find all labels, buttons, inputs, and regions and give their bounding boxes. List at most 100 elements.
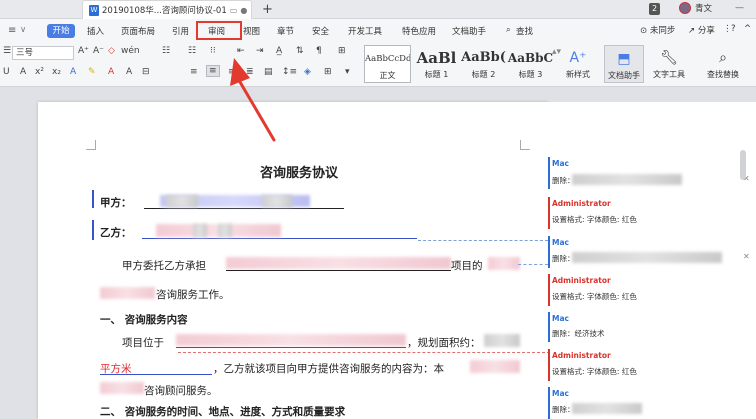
align-left-icon[interactable]: ≡: [190, 67, 198, 77]
file-menu-chevron-icon[interactable]: ∨: [20, 25, 26, 35]
style-heading-2[interactable]: AaBb( 标题 2: [460, 45, 507, 83]
paragraph-text: 甲方委托乙方承担: [122, 260, 206, 272]
increase-indent-icon[interactable]: ⇥: [256, 46, 264, 56]
show-marks-icon[interactable]: ¶: [316, 46, 322, 56]
document-page[interactable]: 咨询服务协议 甲方： 乙方： 甲方委托乙方承担 项目的 咨询服务工作。 一、 咨…: [38, 102, 550, 419]
comment-connector: [178, 352, 550, 353]
subscript-icon[interactable]: x₂: [52, 67, 61, 77]
comment-marker: [548, 387, 550, 419]
borders-icon[interactable]: ⊞: [324, 67, 332, 77]
style-label: 标题 3: [518, 70, 543, 79]
party-b-underline: [142, 238, 417, 239]
text-effect-icon[interactable]: A: [70, 67, 76, 77]
tab-chapter[interactable]: 章节: [277, 25, 294, 37]
char-border-icon[interactable]: ⊟: [142, 67, 150, 77]
redacted-text: [193, 224, 207, 237]
comment-connector: [518, 264, 548, 265]
font-size-select[interactable]: 三号: [12, 46, 74, 60]
align-right-icon[interactable]: ≡: [228, 67, 236, 77]
paragraph-text: ，规划面积约：: [407, 337, 481, 349]
text-tools-button[interactable]: 🔧︎ 文字工具: [648, 45, 690, 83]
page-corner-mark: [86, 140, 96, 150]
tab-start[interactable]: 开始: [47, 24, 75, 38]
redacted-text: [100, 287, 155, 299]
new-style-icon: A⁺: [569, 50, 587, 66]
tab-references[interactable]: 引用: [172, 25, 189, 37]
tab-doc-assistant[interactable]: 文档助手: [452, 25, 486, 37]
underline-icon[interactable]: U: [3, 67, 10, 77]
style-label: 标题 2: [471, 70, 496, 79]
party-a-label: 甲方：: [100, 197, 132, 209]
phonetic-icon[interactable]: wén: [121, 46, 140, 56]
tab-insert[interactable]: 插入: [87, 25, 104, 37]
chinese-layout-icon[interactable]: A̲: [276, 46, 282, 56]
sync-status[interactable]: ⊙ 未同步: [640, 24, 675, 36]
tab-monitor-icon[interactable]: ▭: [230, 6, 238, 15]
window-count-badge[interactable]: 2: [649, 3, 660, 15]
numbered-list-icon[interactable]: ☷: [188, 46, 196, 56]
minimize-button[interactable]: —: [735, 3, 744, 13]
distributed-icon[interactable]: ▤: [264, 67, 273, 77]
sort-icon[interactable]: ⇅: [296, 46, 304, 56]
title-bar: W 20190108华...咨询顾问协议-01 ▭ ● + 2 青文 —: [0, 0, 756, 19]
border-icon[interactable]: ⊞: [338, 46, 346, 56]
line-spacing-icon[interactable]: ↕≡: [282, 67, 297, 77]
search-icon[interactable]: ⌕: [506, 25, 511, 35]
doc-assistant-button[interactable]: ⬒ 文档助手: [604, 45, 644, 83]
strikethrough-icon[interactable]: A: [20, 67, 26, 77]
tab-close-icon[interactable]: ●: [240, 6, 247, 15]
justify-icon[interactable]: ≣: [246, 67, 254, 77]
comment-body: 删除：经济技术: [552, 329, 605, 338]
help-icon[interactable]: ?: [731, 24, 736, 34]
styles-expand-icon[interactable]: ▴▾: [552, 47, 561, 57]
shading-icon[interactable]: ◈: [304, 67, 311, 77]
clear-format-icon[interactable]: ◇: [108, 46, 115, 56]
user-account[interactable]: 青文: [679, 2, 712, 14]
decrease-font-icon[interactable]: A⁻: [93, 46, 104, 56]
document-title: 咨询服务协议: [260, 166, 339, 181]
comment-connector: [418, 240, 548, 241]
char-shading-icon[interactable]: A: [126, 67, 132, 77]
text-tools-icon: 🔧︎: [660, 50, 678, 66]
redacted-text: [226, 257, 451, 269]
new-style-button[interactable]: A⁺ 新样式: [562, 45, 594, 83]
close-icon[interactable]: ✕: [743, 252, 750, 261]
menu-icon[interactable]: ≡: [8, 25, 16, 36]
para-dropdown-icon[interactable]: ▾: [345, 67, 350, 77]
multilevel-list-icon[interactable]: ⁝⁝: [210, 46, 216, 56]
decrease-indent-icon[interactable]: ⇤: [237, 46, 245, 56]
tab-featured[interactable]: 特色应用: [402, 25, 436, 37]
tab-view[interactable]: 视图: [243, 25, 260, 37]
font-color-icon[interactable]: A: [108, 67, 114, 77]
style-heading-1[interactable]: AaBl 标题 1: [413, 45, 460, 83]
redacted-text: [572, 403, 642, 414]
find-replace-icon: ⌕: [719, 50, 727, 66]
align-list-icon[interactable]: ☷: [162, 46, 170, 56]
collapse-ribbon-icon[interactable]: ^: [744, 24, 751, 34]
new-tab-button[interactable]: +: [262, 2, 273, 17]
paragraph-text: 项目的: [451, 260, 483, 272]
find-replace-button[interactable]: ⌕ 查找替换: [700, 45, 746, 83]
superscript-icon[interactable]: x²: [35, 67, 44, 77]
paragraph-text: 咨询服务工作。: [156, 289, 230, 301]
comment-author: Mac: [552, 314, 569, 323]
tab-page-layout[interactable]: 页面布局: [121, 25, 155, 37]
font-size-value: 三号: [16, 48, 34, 58]
text-tools-label: 文字工具: [653, 70, 685, 79]
redacted-text: [176, 334, 406, 346]
document-tab[interactable]: W 20190108华...咨询顾问协议-01 ▭ ●: [82, 0, 252, 19]
highlight-icon[interactable]: ✎: [88, 67, 96, 77]
share-button[interactable]: ↗ 分享: [688, 24, 715, 36]
tab-developer[interactable]: 开发工具: [348, 25, 382, 37]
style-heading-3[interactable]: AaBbC 标题 3: [507, 45, 554, 83]
comment-marker: [548, 236, 550, 268]
scrollbar[interactable]: [740, 150, 746, 180]
bullet-list-icon[interactable]: ☰: [3, 46, 11, 56]
style-normal[interactable]: AaBbCcDd 正文: [364, 45, 411, 83]
tab-find[interactable]: 查找: [516, 25, 533, 37]
user-name: 青文: [695, 4, 713, 14]
increase-font-icon[interactable]: A⁺: [78, 46, 89, 56]
align-center-icon[interactable]: ≡: [206, 65, 220, 77]
wps-writer-icon: W: [89, 4, 99, 16]
tab-security[interactable]: 安全: [312, 25, 329, 37]
